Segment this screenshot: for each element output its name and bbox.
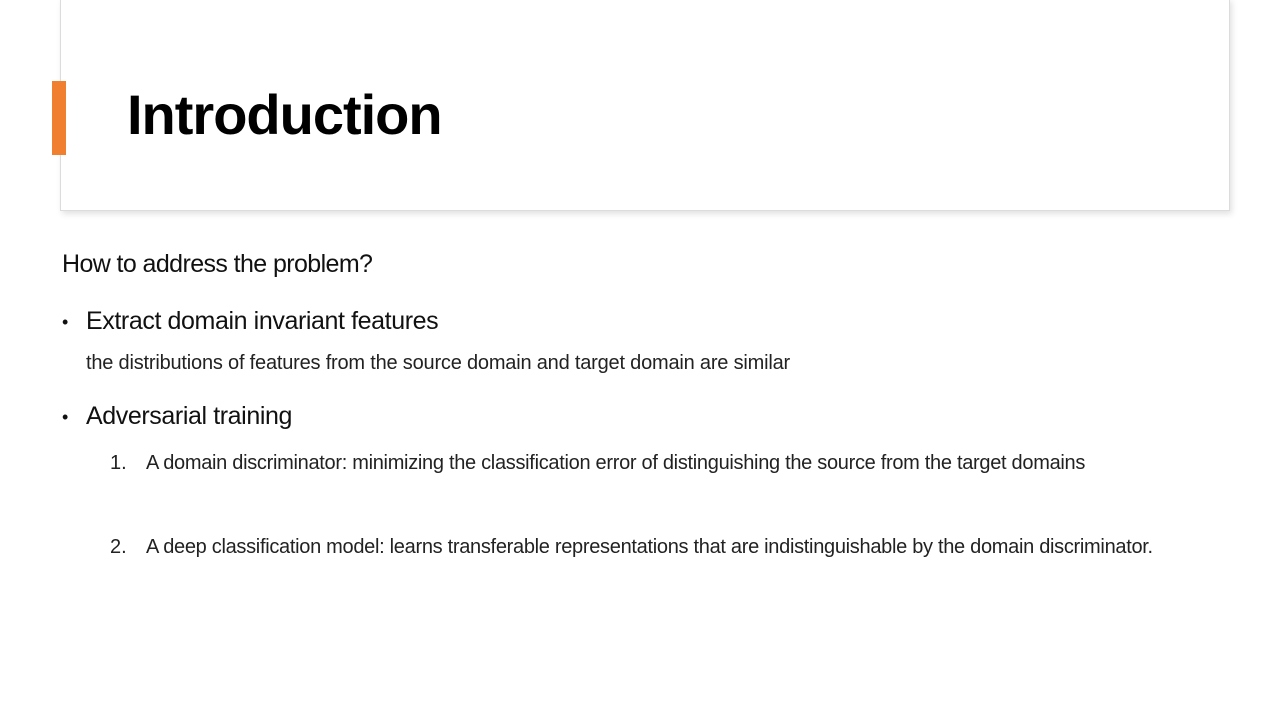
bullet-marker: • xyxy=(62,407,69,427)
list-item-domain-discriminator: A domain discriminator: minimizing the c… xyxy=(146,452,1086,474)
bullet-detail-invariant-features: the distributions of features from the s… xyxy=(86,352,790,374)
list-item-classification-model: A deep classification model: learns tran… xyxy=(146,536,1153,558)
bullet-heading-adversarial-training: Adversarial training xyxy=(86,402,292,430)
bullet-marker: • xyxy=(62,312,69,332)
list-number: 1. xyxy=(110,452,127,474)
question-heading: How to address the problem? xyxy=(62,250,373,278)
slide: Introduction How to address the problem?… xyxy=(0,0,1280,720)
slide-title: Introduction xyxy=(127,83,443,146)
accent-bar xyxy=(52,81,66,155)
bullet-heading-invariant-features: Extract domain invariant features xyxy=(86,307,439,335)
list-number: 2. xyxy=(110,536,127,558)
